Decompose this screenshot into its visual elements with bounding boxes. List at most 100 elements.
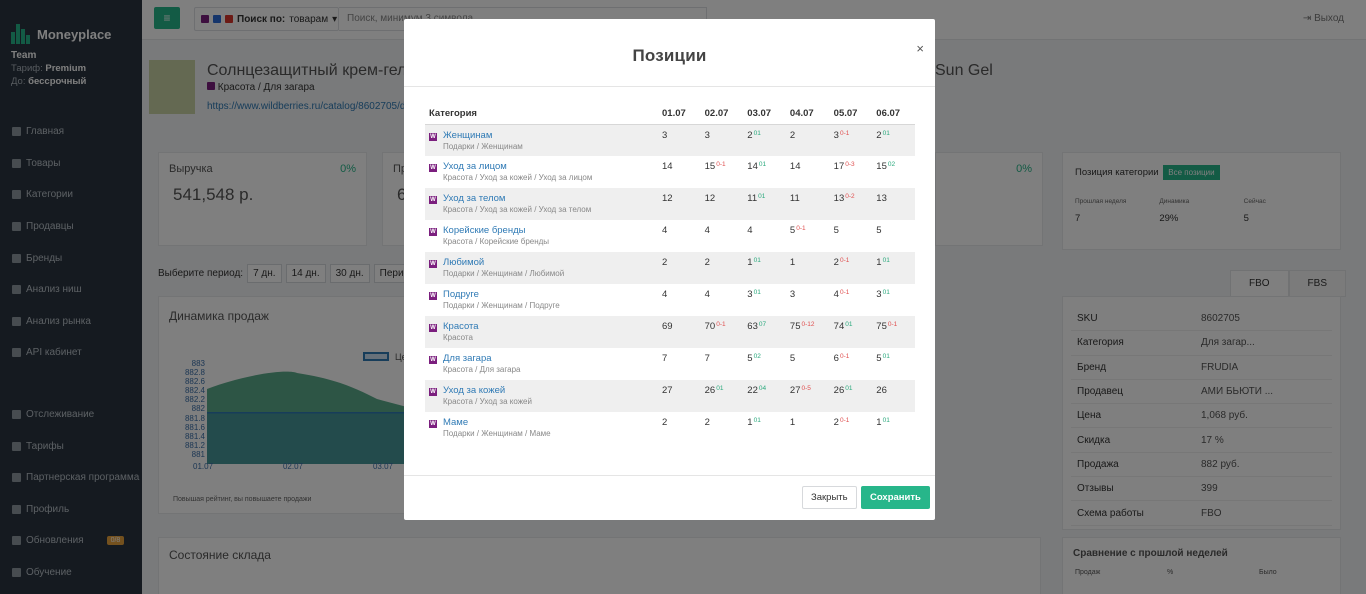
close-button[interactable]: Закрыть [802, 486, 857, 509]
category-link[interactable]: Любимой [443, 257, 564, 268]
position-cell: 201 [872, 124, 915, 156]
positions-table: Категория 01.07 02.07 03.07 04.07 05.07 … [425, 103, 915, 444]
position-value: 4 [747, 225, 753, 236]
position-cell: 750-12 [785, 316, 830, 348]
position-cell: 101 [872, 412, 915, 444]
position-delta: 0-1 [796, 225, 806, 232]
position-cell: 150-1 [701, 156, 744, 188]
position-delta: 0-1 [887, 321, 898, 328]
category-path: Подарки / Женщинам / Любимой [443, 269, 565, 278]
position-delta: 01 [882, 289, 890, 296]
position-value: 14 [789, 161, 801, 172]
table-row: W Женщинам Подарки / Женщинам 3 3 201 2 30-1 201 [425, 124, 915, 156]
category-cell: W Красота Красота [425, 316, 658, 348]
category-link[interactable]: Маме [443, 417, 551, 428]
position-value: 14 [747, 161, 758, 172]
position-cell: 1 [785, 252, 830, 284]
position-value: 6 [833, 353, 839, 364]
position-value: 1 [789, 417, 796, 428]
position-value: 1 [876, 417, 882, 428]
category-link[interactable]: Красота [443, 321, 479, 332]
position-cell: 3 [658, 124, 701, 156]
position-delta: 02 [887, 161, 896, 168]
position-cell: 13 [872, 188, 915, 220]
positions-modal: Позиции × Категория 01.07 02.07 03.07 04… [404, 19, 935, 520]
position-value: 12 [662, 193, 673, 204]
position-value: 13 [876, 193, 887, 204]
position-delta: 01 [753, 257, 761, 264]
position-delta: 01 [716, 385, 724, 392]
category-path: Красота / Уход за кожей / Уход за телом [443, 205, 592, 214]
position-value: 74 [833, 321, 845, 332]
position-cell: 60-1 [830, 348, 873, 380]
position-delta: 01 [753, 289, 761, 296]
position-delta: 01 [758, 193, 766, 200]
wildberries-icon: W [429, 196, 437, 204]
position-cell: 26 [872, 380, 915, 412]
position-value: 5 [833, 225, 839, 236]
position-cell: 12 [658, 188, 701, 220]
position-value: 2 [704, 417, 710, 428]
category-link[interactable]: Женщинам [443, 130, 523, 141]
position-delta: 01 [882, 353, 890, 360]
position-value: 7 [704, 353, 710, 364]
position-value: 3 [833, 129, 839, 141]
category-link[interactable]: Уход за телом [443, 193, 591, 204]
position-delta: 0-1 [839, 257, 850, 264]
category-cell: W Корейские бренды Красота / Корейские бре… [425, 220, 658, 252]
position-cell: 1401 [743, 156, 786, 188]
position-value: 17 [833, 161, 845, 172]
category-path: Подарки / Женщинам / Подруге [443, 301, 560, 310]
position-delta: 0-1 [839, 417, 850, 424]
position-value: 27 [662, 385, 673, 396]
wildberries-icon: W [429, 324, 437, 332]
table-row: W Любимой Подарки / Женщинам / Любимой 2 2 10… [425, 252, 915, 284]
save-button[interactable]: Сохранить [861, 486, 930, 509]
wildberries-icon: W [429, 356, 437, 364]
position-value: 2 [704, 257, 710, 268]
category-link[interactable]: Уход за лицом [443, 161, 592, 172]
position-delta: 01 [882, 417, 890, 424]
col-date: 04.07 [785, 103, 830, 125]
wildberries-icon: W [429, 228, 437, 236]
position-value: 1 [789, 257, 796, 268]
position-delta: 01 [753, 129, 761, 137]
position-cell: 301 [872, 284, 915, 316]
category-path: Подарки / Женщинам / Маме [443, 429, 551, 438]
position-value: 5 [876, 225, 882, 236]
wildberries-icon: W [429, 292, 437, 300]
position-cell: 4 [701, 284, 744, 316]
category-link[interactable]: Подруге [443, 289, 560, 300]
position-value: 27 [789, 385, 801, 396]
position-value: 14 [662, 161, 673, 172]
position-value: 5 [789, 353, 796, 364]
position-cell: 101 [743, 252, 786, 284]
position-delta: 0-1 [716, 321, 726, 328]
position-value: 2 [876, 129, 882, 141]
category-link[interactable]: Уход за кожей [443, 385, 532, 396]
category-link[interactable]: Корейские бренды [443, 225, 549, 236]
position-value: 3 [662, 129, 668, 141]
category-path: Красота / Уход за кожей / Уход за лицом [443, 173, 593, 182]
position-value: 2 [747, 129, 753, 141]
position-value: 4 [662, 225, 668, 236]
position-cell: 301 [743, 284, 786, 316]
category-cell: W Маме Подарки / Женщинам / Маме [425, 412, 658, 444]
position-cell: 2 [700, 252, 744, 284]
col-date: 01.07 [658, 103, 701, 125]
position-value: 2 [662, 257, 668, 268]
position-cell: 1 [786, 412, 830, 444]
position-delta: 02 [753, 353, 761, 360]
position-value: 70 [704, 321, 716, 332]
table-row: W Красота Красота 69 700-1 6307 750-12 7401 750-… [425, 316, 915, 348]
col-date: 05.07 [829, 103, 873, 125]
position-value: 4 [662, 289, 668, 300]
position-cell: 7401 [829, 316, 873, 348]
position-delta: 01 [882, 257, 890, 264]
category-link[interactable]: Для загара [443, 353, 520, 364]
position-cell: 3 [700, 124, 744, 156]
category-path: Красота / Корейские бренды [443, 237, 550, 246]
category-path: Красота / Для загара [443, 365, 521, 374]
close-icon[interactable]: × [916, 41, 924, 56]
position-cell: 5 [830, 220, 873, 252]
